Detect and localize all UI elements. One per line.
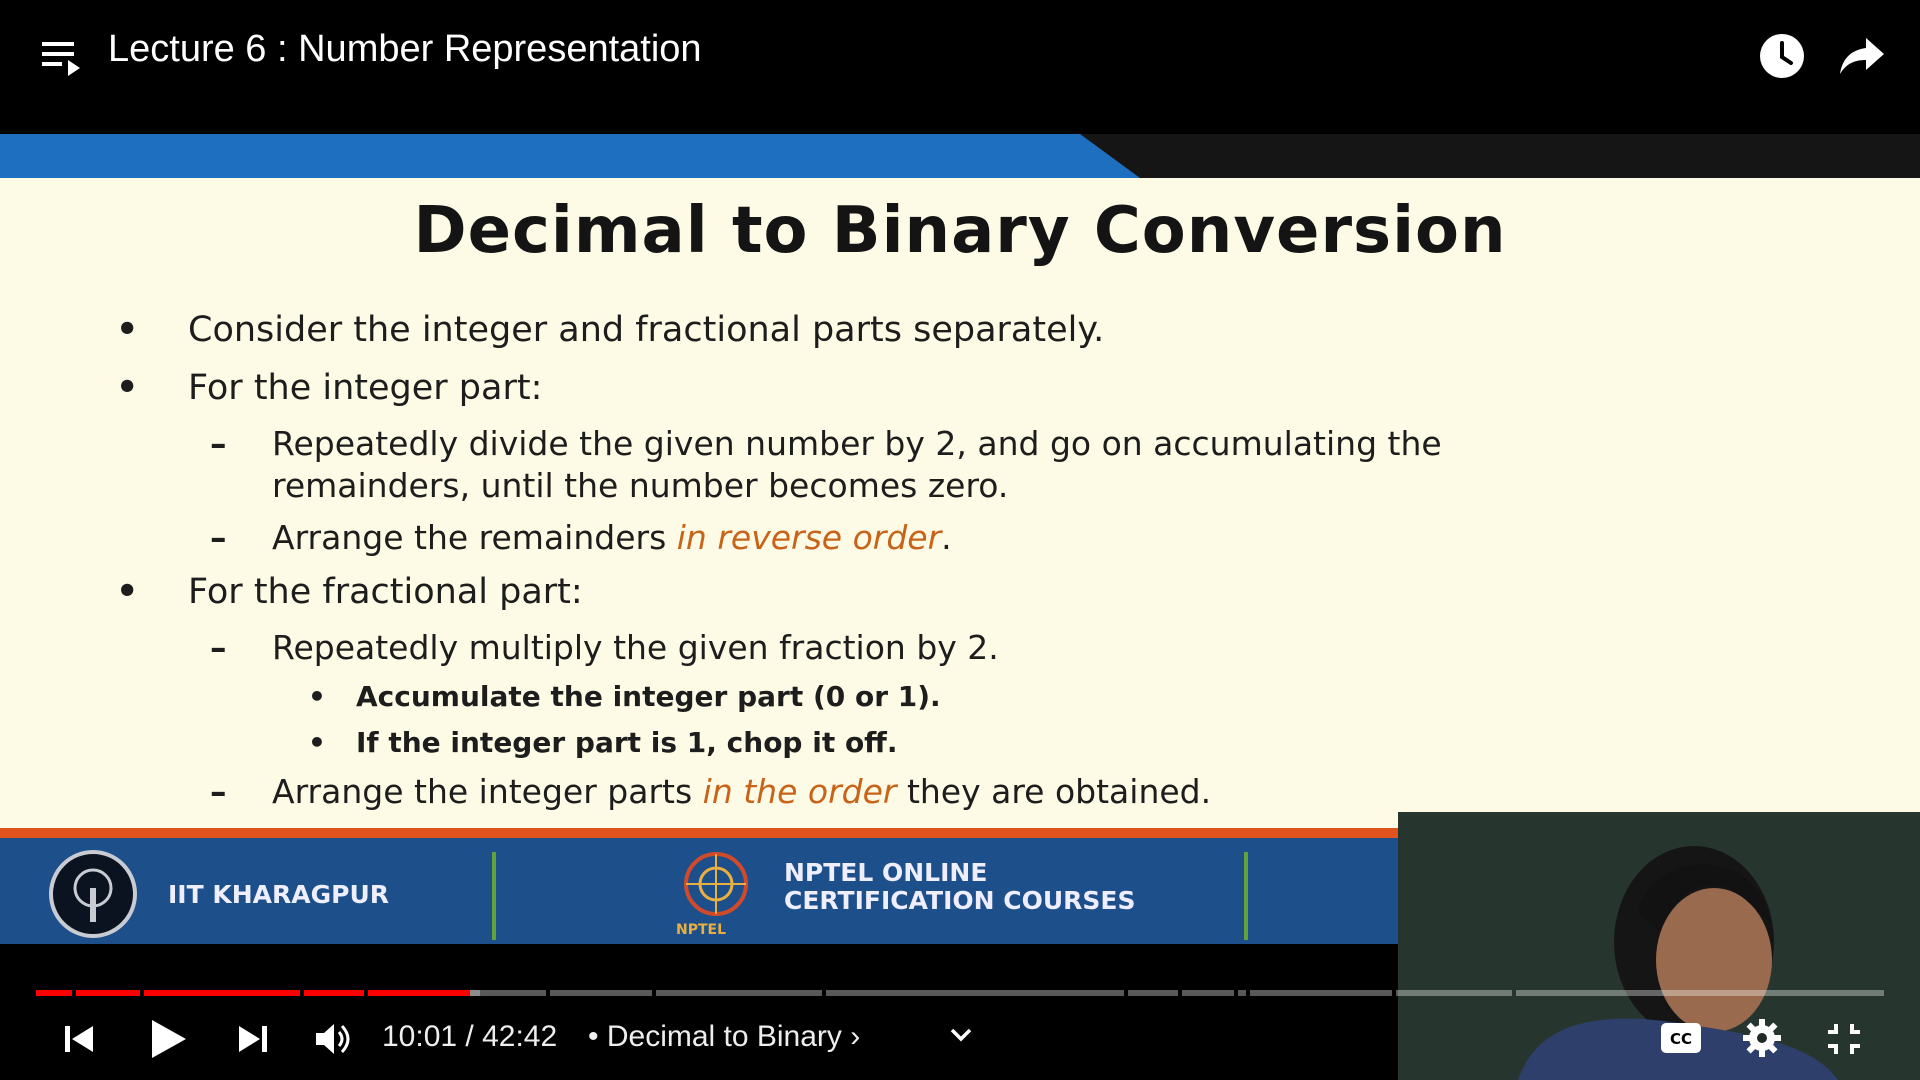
highlighted-text: in the order xyxy=(702,772,897,811)
progress-played xyxy=(76,990,140,996)
dash-marker: – xyxy=(210,628,227,667)
sub-sub-bullet-text: Accumulate the integer part (0 or 1). xyxy=(356,680,941,713)
slide-header-band xyxy=(0,134,1920,178)
clock-icon[interactable] xyxy=(1758,32,1806,80)
bullet-marker: • xyxy=(116,368,139,408)
iit-kharagpur-logo xyxy=(49,850,137,938)
exit-fullscreen-icon[interactable] xyxy=(1826,1022,1862,1056)
previous-icon[interactable] xyxy=(62,1022,96,1056)
sub-bullet-text: Repeatedly divide the given number by 2,… xyxy=(272,424,1442,463)
playlist-icon[interactable] xyxy=(40,36,82,80)
progress-segment xyxy=(1516,990,1884,996)
sub-bullet-text: Arrange the remainders in reverse order. xyxy=(272,518,952,557)
footer-divider xyxy=(492,852,496,940)
captions-icon[interactable]: CC xyxy=(1660,1022,1702,1054)
nptel-logo-caption: NPTEL xyxy=(676,922,727,938)
chapter-title[interactable]: • Decimal to Binary › xyxy=(588,1020,860,1054)
captions-label: CC xyxy=(1670,1030,1692,1048)
next-icon[interactable] xyxy=(236,1022,270,1056)
sub-bullet-text: Repeatedly multiply the given fraction b… xyxy=(272,628,999,667)
institute-name: IIT KHARAGPUR xyxy=(168,880,389,909)
progress-segment xyxy=(550,990,652,996)
sub-bullet-text: remainders, until the number becomes zer… xyxy=(272,466,1009,505)
bullet-marker: • xyxy=(116,572,139,612)
bullet-marker: • xyxy=(308,680,326,713)
bullet-marker: • xyxy=(116,310,139,350)
progress-segment xyxy=(1182,990,1234,996)
nptel-logo xyxy=(684,852,748,916)
progress-played xyxy=(36,990,72,996)
share-icon[interactable] xyxy=(1838,34,1886,78)
bullet-marker: • xyxy=(308,726,326,759)
progress-segment xyxy=(1396,990,1512,996)
sub-bullet-text: Arrange the integer parts in the order t… xyxy=(272,772,1212,811)
progress-segment xyxy=(1128,990,1178,996)
progress-played xyxy=(368,990,470,996)
bullet-text: Consider the integer and fractional part… xyxy=(188,310,1105,350)
progress-bar[interactable] xyxy=(36,990,1884,996)
time-display: 10:01 / 42:42 xyxy=(382,1020,558,1053)
footer-divider xyxy=(1244,852,1248,940)
sub-sub-bullet-text: If the integer part is 1, chop it off. xyxy=(356,726,898,759)
dash-marker: – xyxy=(210,518,227,557)
progress-buffered xyxy=(470,990,480,996)
dash-marker: – xyxy=(210,772,227,811)
slide-title: Decimal to Binary Conversion xyxy=(413,194,1507,268)
progress-played xyxy=(304,990,364,996)
volume-icon[interactable] xyxy=(314,1020,354,1058)
dash-marker: – xyxy=(210,424,227,463)
highlighted-text: in reverse order xyxy=(676,518,942,557)
progress-segment xyxy=(480,990,546,996)
bullet-text: For the fractional part: xyxy=(188,572,583,612)
chevron-down-icon[interactable] xyxy=(948,1022,974,1048)
progress-segment xyxy=(1250,990,1392,996)
bullet-text: For the integer part: xyxy=(188,368,543,408)
footer-course-line1: NPTEL ONLINE xyxy=(784,858,988,887)
video-title[interactable]: Lecture 6 : Number Representation xyxy=(108,28,702,71)
progress-played xyxy=(144,990,300,996)
progress-segment xyxy=(826,990,1124,996)
play-icon[interactable] xyxy=(148,1018,188,1060)
progress-segment xyxy=(656,990,822,996)
footer-course-line2: CERTIFICATION COURSES xyxy=(784,886,1136,915)
progress-segment xyxy=(1238,990,1246,996)
gear-icon[interactable] xyxy=(1742,1018,1782,1058)
top-bar: Lecture 6 : Number Representation xyxy=(0,0,1920,110)
